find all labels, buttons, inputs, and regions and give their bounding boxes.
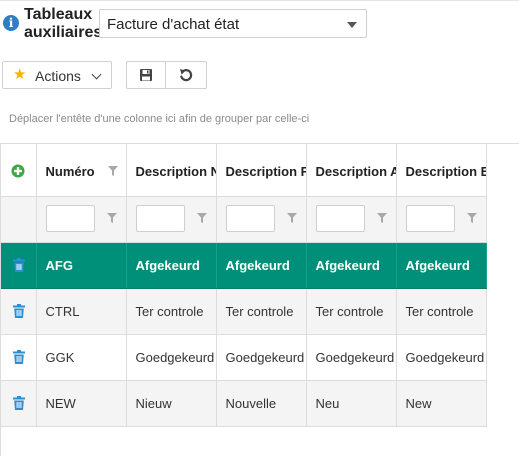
trash-icon[interactable] xyxy=(13,349,25,364)
delete-cell[interactable] xyxy=(1,288,37,335)
column-header-label: Description EN xyxy=(405,164,486,179)
filter-icon[interactable] xyxy=(466,212,477,223)
column-header-description-al[interactable]: Description AL xyxy=(306,144,397,197)
caret-down-icon xyxy=(347,22,357,28)
trash-icon[interactable] xyxy=(13,395,25,410)
filter-row-spacer xyxy=(1,196,37,243)
filter-cell-description-al xyxy=(306,196,397,243)
filter-icon[interactable] xyxy=(106,212,117,223)
filter-cell-numero xyxy=(36,196,127,243)
column-header-label: Numéro xyxy=(45,164,95,179)
group-by-hint: Déplacer l'entête d'une colonne ici afin… xyxy=(9,113,310,125)
cell-description-fr[interactable]: Afgekeurd xyxy=(216,242,307,289)
actions-label: Actions xyxy=(35,68,81,84)
page-title: Tableaux auxiliaires xyxy=(24,6,104,42)
filter-icon[interactable] xyxy=(376,212,387,223)
info-icon[interactable]: i xyxy=(3,15,19,31)
top-border xyxy=(0,0,519,1)
filter-input-numero[interactable] xyxy=(45,204,95,232)
cell-description-al[interactable]: Afgekeurd xyxy=(306,242,397,289)
header-row: Numéro Description NL Description FR Des… xyxy=(1,144,487,197)
table-row[interactable]: NEW Nieuw Nouvelle Neu New xyxy=(1,380,487,427)
column-header-description-nl[interactable]: Description NL xyxy=(126,144,217,197)
cell-description-nl[interactable]: Ter controle xyxy=(126,288,217,335)
cell-description-al[interactable]: Ter controle xyxy=(306,288,397,335)
filter-icon[interactable] xyxy=(196,212,207,223)
trash-icon[interactable] xyxy=(13,257,25,272)
cell-description-nl[interactable]: Goedgekeurd xyxy=(126,334,217,381)
filter-input-description-al[interactable] xyxy=(315,204,365,232)
cell-description-en[interactable]: Afgekeurd xyxy=(396,242,487,289)
cell-numero[interactable]: CTRL xyxy=(36,288,127,335)
grid-table: Numéro Description NL Description FR Des… xyxy=(1,144,487,427)
cell-description-nl[interactable]: Nieuw xyxy=(126,380,217,427)
filter-row xyxy=(1,196,487,243)
page-title-line1: Tableaux xyxy=(24,6,93,23)
table-row[interactable]: AFG Afgekeurd Afgekeurd Afgekeurd Afgeke… xyxy=(1,242,487,289)
trash-icon[interactable] xyxy=(13,303,25,318)
column-header-numero[interactable]: Numéro xyxy=(36,144,127,197)
filter-icon[interactable] xyxy=(286,212,297,223)
delete-cell[interactable] xyxy=(1,334,37,381)
cell-description-al[interactable]: Goedgekeurd xyxy=(306,334,397,381)
chevron-down-icon xyxy=(91,69,102,80)
table-row[interactable]: GGK Goedgekeurd Goedgekeurd Goedgekeurd … xyxy=(1,334,487,381)
cell-numero[interactable]: GGK xyxy=(36,334,127,381)
cell-description-en[interactable]: New xyxy=(396,380,487,427)
filter-cell-description-en xyxy=(396,196,487,243)
table-select[interactable]: Facture d'achat état xyxy=(99,9,367,38)
page-title-line2: auxiliaires xyxy=(24,24,103,41)
filter-cell-description-fr xyxy=(216,196,307,243)
table-select-value: Facture d'achat état xyxy=(107,16,240,33)
table-row[interactable]: CTRL Ter controle Ter controle Ter contr… xyxy=(1,288,487,335)
column-header-label: Description FR xyxy=(225,164,306,179)
save-button[interactable] xyxy=(126,61,166,89)
cell-description-fr[interactable]: Nouvelle xyxy=(216,380,307,427)
column-header-label: Description NL xyxy=(135,164,216,179)
cell-description-fr[interactable]: Ter controle xyxy=(216,288,307,335)
filter-icon[interactable] xyxy=(107,166,118,176)
star-icon: ★ xyxy=(13,66,27,83)
cell-description-al[interactable]: Neu xyxy=(306,380,397,427)
undo-icon xyxy=(180,69,193,82)
data-grid: Numéro Description NL Description FR Des… xyxy=(0,143,519,456)
filter-cell-description-nl xyxy=(126,196,217,243)
cell-numero[interactable]: AFG xyxy=(36,242,127,289)
delete-cell[interactable] xyxy=(1,380,37,427)
actions-button[interactable]: ★ Actions xyxy=(2,61,112,89)
undo-button[interactable] xyxy=(165,61,207,89)
column-header-description-fr[interactable]: Description FR xyxy=(216,144,307,197)
filter-input-description-nl[interactable] xyxy=(135,204,185,232)
add-row-cell[interactable] xyxy=(1,144,37,197)
delete-cell[interactable] xyxy=(1,242,37,289)
cell-description-nl[interactable]: Afgekeurd xyxy=(126,242,217,289)
add-icon[interactable] xyxy=(11,164,25,178)
filter-input-description-en[interactable] xyxy=(405,204,455,232)
column-header-label: Description AL xyxy=(315,164,396,179)
floppy-disk-icon xyxy=(140,69,152,81)
column-header-description-en[interactable]: Description EN xyxy=(396,144,487,197)
cell-description-en[interactable]: Ter controle xyxy=(396,288,487,335)
cell-numero[interactable]: NEW xyxy=(36,380,127,427)
filter-input-description-fr[interactable] xyxy=(225,204,275,232)
cell-description-fr[interactable]: Goedgekeurd xyxy=(216,334,307,381)
cell-description-en[interactable]: Goedgekeurd xyxy=(396,334,487,381)
